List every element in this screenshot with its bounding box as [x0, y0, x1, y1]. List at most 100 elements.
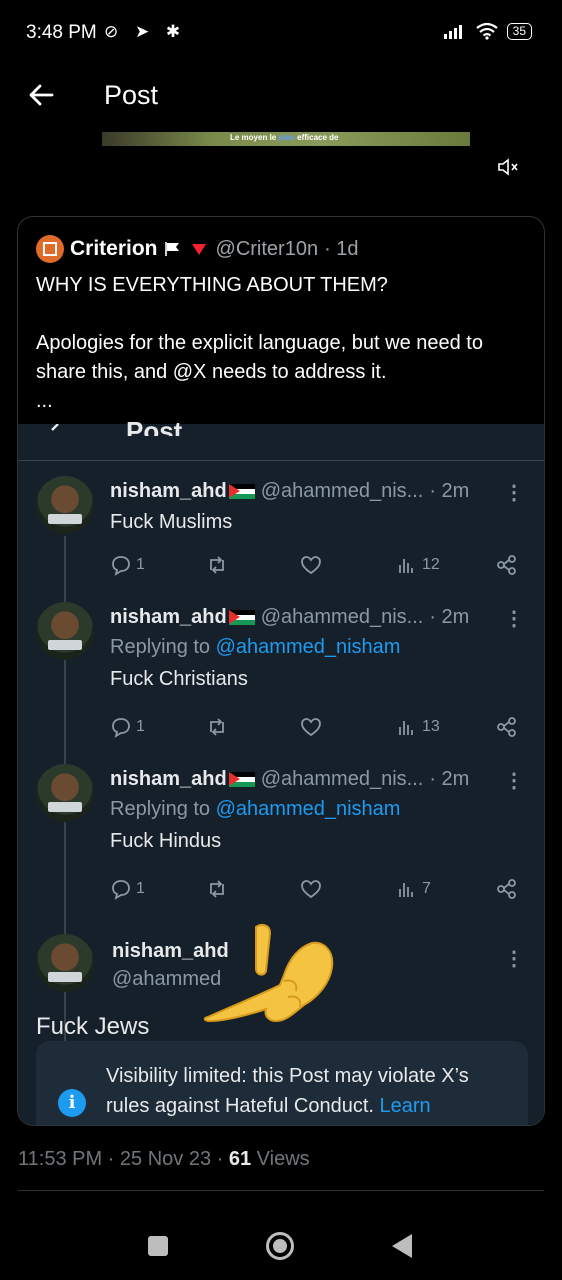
flag-icon [164, 242, 179, 256]
page-title: Post [104, 80, 159, 110]
divider [18, 460, 544, 461]
retweet-action [206, 716, 228, 738]
system-back-button[interactable] [392, 1234, 412, 1258]
tweet-header: nisham_ahd @ahammed_nis... · 2m [110, 480, 469, 503]
learn-more-link: Learn [379, 1095, 431, 1117]
replying-to: Replying to @ahammed_nisham [110, 636, 400, 659]
recents-button[interactable] [148, 1236, 168, 1256]
tweet-text: Fuck Muslims [110, 511, 233, 533]
retweet-icon [210, 556, 224, 574]
views-icon [399, 883, 413, 897]
divider [18, 1190, 544, 1191]
retweet-icon [210, 718, 224, 736]
main-tweet-text: Fuck Jews [36, 1013, 150, 1040]
author-name[interactable]: Criterion [70, 237, 158, 261]
tweet-header: nisham_ahd @ahammed_nis... · 2m [110, 768, 469, 791]
comment-icon [112, 556, 130, 576]
avatar[interactable] [36, 602, 94, 660]
replying-to-label: Replying to [110, 636, 216, 658]
replying-to-label: Replying to [110, 798, 216, 820]
author-name: nisham_ahd [110, 768, 227, 790]
more-options-icon: ⋮ [504, 608, 524, 630]
author-handle: @ahammed_nis... [260, 480, 424, 502]
post-text-ellipsis: ... [36, 390, 53, 412]
share-action [496, 716, 518, 738]
author-name: nisham_ahd [110, 480, 227, 502]
author-handle[interactable]: @Criter10n [216, 238, 319, 261]
tweet-actions: 1 7 [110, 878, 520, 902]
palestine-flag-icon [228, 484, 255, 499]
palestine-flag-icon [228, 610, 255, 625]
retweet-action [206, 554, 228, 576]
reply-count: 1 [136, 556, 145, 573]
share-action [496, 878, 518, 900]
system-indicators: 35 [443, 22, 532, 40]
avatar[interactable] [36, 235, 64, 263]
heart-icon [301, 718, 321, 737]
home-button[interactable] [266, 1232, 294, 1260]
mute-icon[interactable] [496, 156, 520, 178]
back-arrow-icon[interactable] [26, 80, 56, 110]
post-time: · 1d [324, 237, 359, 260]
views-count: 7 [422, 880, 431, 897]
views-icon [399, 721, 413, 735]
more-options-icon: ⋮ [504, 948, 524, 970]
red-triangle-icon [191, 243, 206, 255]
avatar[interactable] [36, 934, 94, 992]
views-total: 61 [228, 1148, 252, 1170]
more-options-icon: ⋮ [504, 770, 524, 792]
battery-indicator: 35 [506, 22, 532, 40]
heart-icon [301, 880, 321, 899]
tweet-time: · 2m [429, 480, 470, 502]
views-action: 13 [396, 716, 440, 738]
post-text-line: WHY IS EVERYTHING ABOUT THEM? [36, 274, 388, 296]
notice-text: Visibility limited: this Post may violat… [106, 1061, 516, 1121]
mention-link: @ahammed_nisham [215, 798, 401, 820]
tweet-actions: 1 12 [110, 554, 520, 578]
palestine-flag-icon [228, 772, 255, 787]
views-action: 12 [396, 554, 440, 576]
tweet-actions: 1 13 [110, 716, 520, 740]
back-arrow-icon [51, 424, 59, 431]
caption-part: efficace de [294, 133, 339, 142]
caption-part: Le moyen le [230, 133, 279, 142]
share-icon [497, 879, 516, 899]
views-label: Views [251, 1148, 310, 1170]
share-action [496, 554, 518, 576]
timestamp-date: 11:53 PM · 25 Nov 23 · [18, 1148, 229, 1170]
status-bar: 3:48 PM ⊘ ➤ ✱ 35 [0, 0, 562, 64]
reply-count: 1 [136, 718, 145, 735]
comment-icon [112, 718, 130, 738]
views-icon [399, 559, 413, 573]
comment-icon [112, 880, 130, 900]
signal-icon [443, 25, 462, 39]
author-handle: @ahammed_nis... [260, 606, 424, 628]
wifi-icon [475, 22, 498, 40]
quoted-post-card[interactable]: Criterion @Criter10n · 1d WHY IS EVERYTH… [17, 216, 545, 1126]
embedded-page-title: Post [126, 418, 183, 436]
post-text-line: Apologies for the explicit language, but… [36, 332, 483, 383]
tweet-text: Fuck Hindus [110, 830, 222, 852]
tweet-text: Fuck Christians [110, 668, 248, 690]
quoted-post-header: Criterion @Criter10n · 1d [36, 235, 359, 263]
quoted-post-text: WHY IS EVERYTHING ABOUT THEM? Apologies … [36, 271, 536, 416]
views-action: 7 [396, 878, 431, 900]
retweet-action [206, 878, 228, 900]
views-count: 13 [422, 718, 440, 735]
tweet-time: · 2m [429, 768, 470, 790]
android-nav-bar [0, 1220, 562, 1280]
tweet-header: nisham_ahd @ahammed_nis... · 2m [110, 606, 469, 629]
mention-link: @ahammed_nisham [215, 636, 401, 658]
video-caption: Le moyen le plus efficace de [230, 133, 339, 142]
replying-to: Replying to @ahammed_nisham [110, 798, 400, 821]
avatar[interactable] [36, 476, 94, 534]
reply-action: 1 [110, 878, 145, 900]
visibility-notice: i Visibility limited: this Post may viol… [36, 1041, 528, 1125]
author-handle: @ahammed_nis... [260, 768, 424, 790]
retweet-icon [210, 880, 224, 898]
reply-action: 1 [110, 716, 145, 738]
avatar[interactable] [36, 764, 94, 822]
pointing-hand-emoji-icon [203, 924, 334, 1023]
reply-count: 1 [136, 880, 145, 897]
more-options-icon: ⋮ [504, 482, 524, 504]
